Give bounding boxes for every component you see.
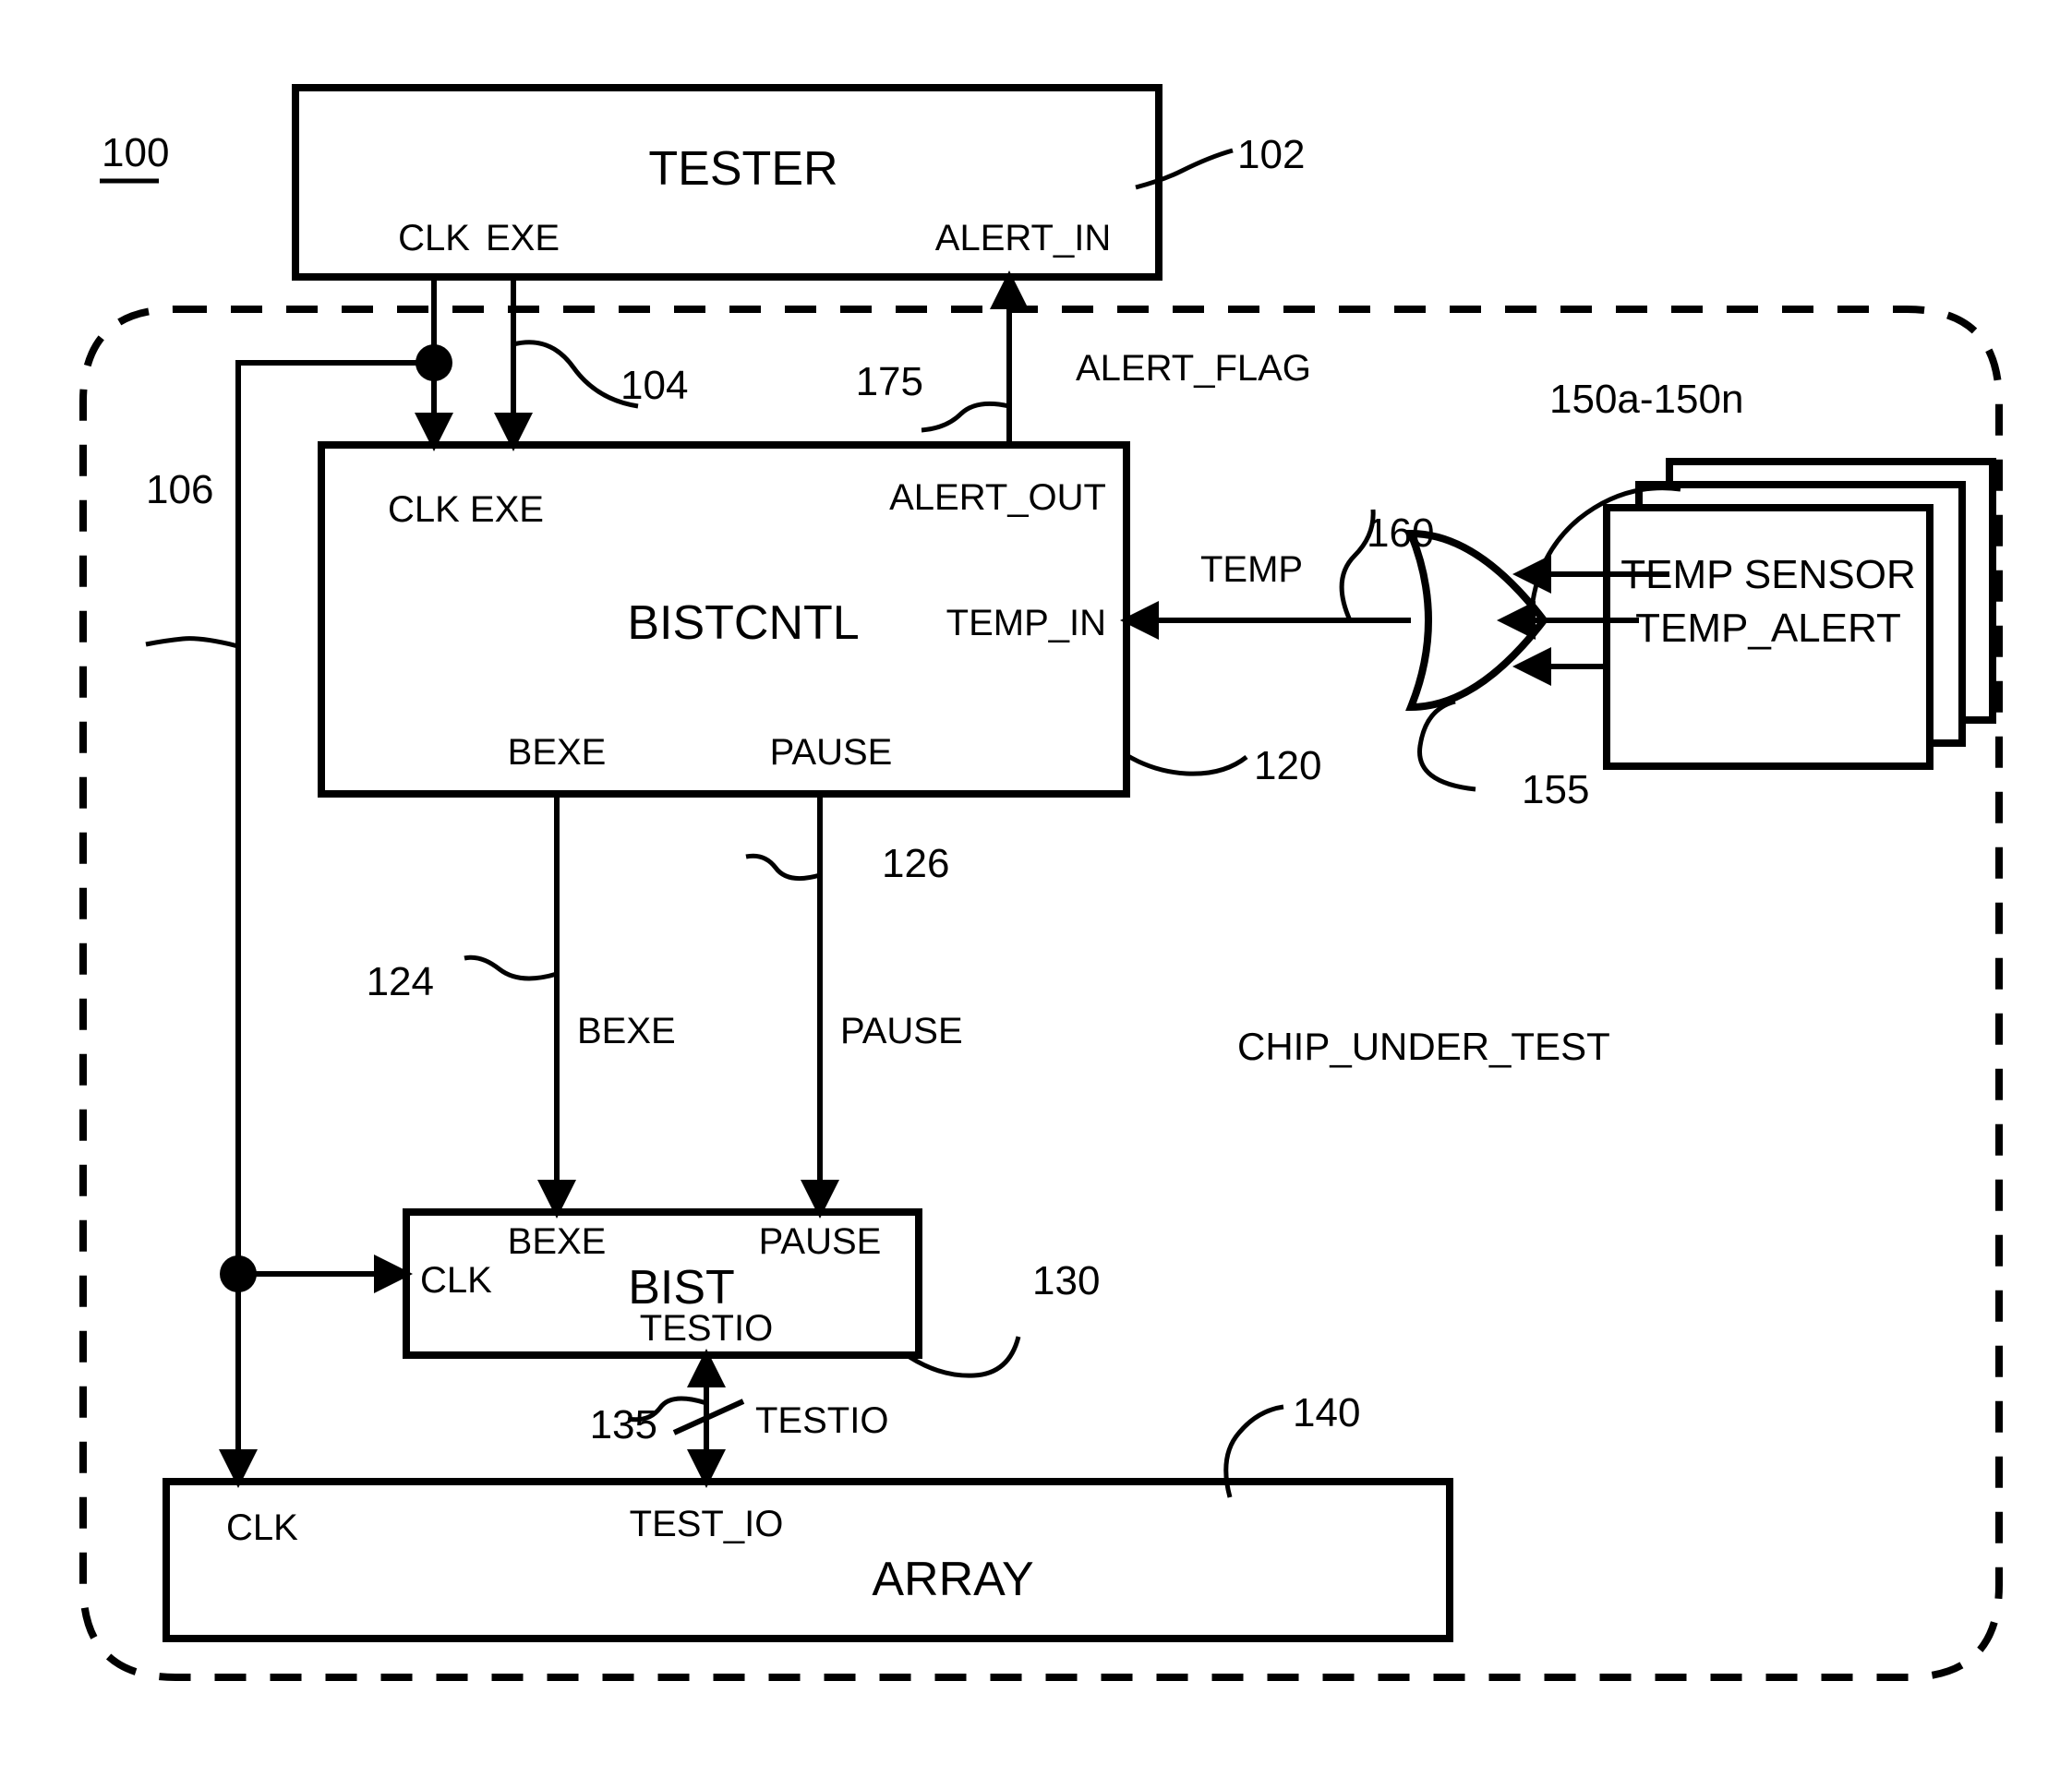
bist-port-bexe: BEXE	[508, 1221, 607, 1262]
leader-175	[921, 401, 1010, 433]
bistcntl-port-pause: PAUSE	[770, 732, 893, 773]
bist-title: BIST	[628, 1261, 735, 1315]
leader-104	[512, 340, 639, 409]
bistcntl-title: BISTCNTL	[627, 596, 859, 650]
clk-junction-dot-bottom	[220, 1255, 257, 1292]
leader-130	[908, 1336, 1021, 1378]
signal-alert-flag: ALERT_FLAG	[1076, 348, 1311, 389]
ref-155: 155	[1522, 767, 1589, 812]
bistcntl-port-clk-exe: CLK EXE	[388, 489, 544, 530]
diagram-canvas: 100 TESTER CLK EXE ALERT_IN 102 BISTCNTL…	[79, 84, 2003, 1681]
leader-120	[1125, 752, 1248, 776]
ref-124: 124	[367, 959, 434, 1004]
ref-140: 140	[1293, 1390, 1360, 1435]
figure-number: 100	[102, 130, 169, 175]
ref-120: 120	[1254, 743, 1321, 788]
clk-junction-dot-top	[416, 344, 452, 381]
array-block	[163, 1478, 1453, 1642]
bist-port-clk: CLK	[420, 1260, 492, 1301]
bistcntl-port-alert-out: ALERT_OUT	[889, 477, 1106, 518]
leader-106	[145, 636, 239, 649]
array-title: ARRAY	[872, 1553, 1033, 1606]
tester-port-alert-in: ALERT_IN	[935, 218, 1111, 258]
array-port-clk: CLK	[226, 1507, 298, 1548]
ref-126: 126	[882, 841, 949, 886]
tester-title: TESTER	[648, 142, 837, 196]
signal-temp: TEMP	[1200, 549, 1303, 590]
leader-124	[464, 955, 558, 981]
ref-150a-150n: 150a-150n	[1549, 377, 1743, 422]
ref-175: 175	[856, 359, 923, 404]
temp-sensor-label-line1: TEMP SENSOR	[1620, 552, 1915, 597]
patent-figure: 100 TESTER CLK EXE ALERT_IN 102 BISTCNTL…	[0, 0, 2072, 1765]
ref-130: 130	[1032, 1258, 1100, 1303]
temp-sensor-label-line2: TEMP_ALERT	[1635, 606, 1901, 651]
ref-102: 102	[1237, 132, 1305, 177]
signal-testio: TESTIO	[755, 1400, 888, 1441]
array-port-test-io: TEST_IO	[630, 1504, 784, 1544]
signal-bexe-mid: BEXE	[577, 1011, 676, 1051]
ref-135: 135	[590, 1402, 657, 1447]
leader-126	[745, 853, 821, 882]
bist-port-testio: TESTIO	[640, 1308, 773, 1349]
ref-106: 106	[146, 467, 213, 512]
tester-port-clk: CLK	[398, 218, 470, 258]
tester-port-exe: EXE	[486, 218, 560, 258]
bistcntl-port-bexe: BEXE	[508, 732, 607, 773]
signal-pause-mid: PAUSE	[840, 1011, 963, 1051]
ref-160: 160	[1367, 510, 1434, 556]
leader-155	[1417, 699, 1476, 792]
bist-port-pause: PAUSE	[759, 1221, 882, 1262]
ref-104: 104	[620, 363, 688, 408]
bistcntl-port-temp-in: TEMP_IN	[946, 603, 1106, 643]
chip-under-test-label: CHIP_UNDER_TEST	[1237, 1025, 1610, 1068]
